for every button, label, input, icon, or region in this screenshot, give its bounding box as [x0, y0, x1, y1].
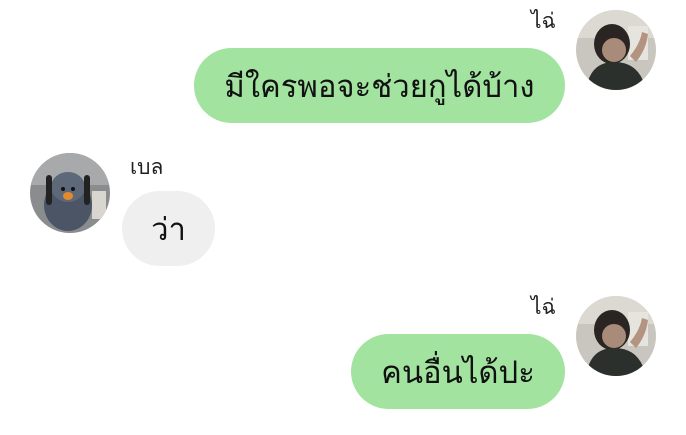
- sender-name: ไฉ่: [531, 9, 556, 33]
- message-text: คนอื่นได้ปะ: [381, 354, 535, 391]
- bird-plush-avatar-icon[interactable]: [30, 153, 110, 233]
- message-bubble[interactable]: ว่า: [122, 191, 215, 266]
- message-text: มีใครพอจะช่วยกูได้บ้าง: [224, 68, 535, 105]
- message-text: ว่า: [151, 211, 186, 248]
- message-bubble[interactable]: มีใครพอจะช่วยกูได้บ้าง: [194, 48, 565, 123]
- message-bubble[interactable]: คนอื่นได้ปะ: [351, 334, 565, 409]
- sender-name: เบล: [130, 155, 164, 179]
- sender-name: ไฉ่: [531, 295, 556, 319]
- person-avatar-icon[interactable]: [576, 10, 656, 90]
- person-avatar-icon[interactable]: [576, 296, 656, 376]
